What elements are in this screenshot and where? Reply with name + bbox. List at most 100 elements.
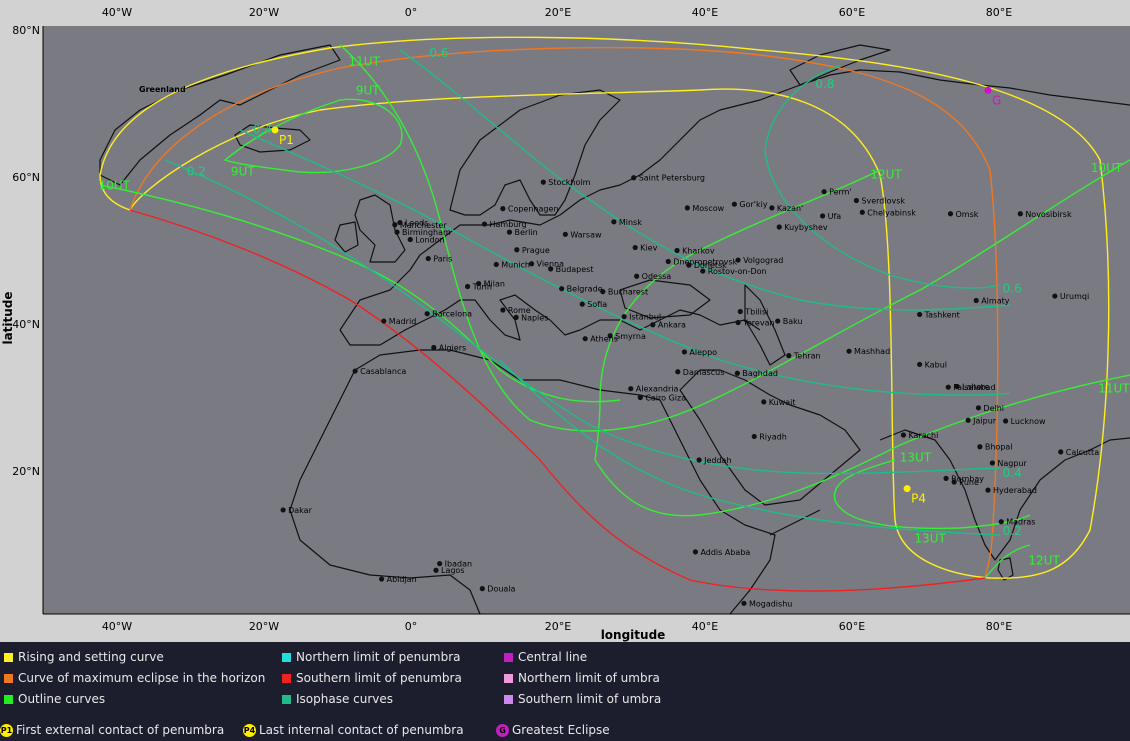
legend-label: Southern limit of penumbra xyxy=(296,671,462,685)
city-label: Cairo Giza xyxy=(645,394,686,403)
city-dot xyxy=(1017,211,1023,217)
city-dot xyxy=(632,244,638,251)
city-label: Mogadishu xyxy=(749,599,792,608)
outline-time-label: 12UT xyxy=(870,167,902,181)
city-label: Algiers xyxy=(439,344,466,353)
city-label: Kazan' xyxy=(777,204,803,213)
city-label: Moscow xyxy=(692,204,724,213)
city-label: Chelyabinsk xyxy=(867,208,916,217)
city-dot xyxy=(650,322,656,328)
city-dot xyxy=(917,311,923,318)
city-dot xyxy=(776,224,782,230)
marker-point[interactable] xyxy=(903,485,911,493)
city-label: Gor'kiy xyxy=(739,200,767,209)
city-dot xyxy=(481,221,488,227)
city-label: Greenland xyxy=(139,85,186,94)
city-label: Casablanca xyxy=(360,367,406,376)
lon-tick-label: 80°E xyxy=(986,6,1012,19)
city-label: Jaipur xyxy=(972,416,997,425)
city-label: Addis Ababa xyxy=(700,548,750,557)
isophase-label: 0.6 xyxy=(429,46,448,60)
legend-label: Rising and setting curve xyxy=(18,650,164,664)
legend-marker-symbol: P1 xyxy=(0,723,13,737)
city-dot xyxy=(425,255,431,262)
legend-swatch xyxy=(282,694,291,704)
legend-swatch xyxy=(504,652,513,662)
city-label: Baku xyxy=(783,317,803,326)
legend-marker-item: P4 Last internal contact of penumbra xyxy=(243,722,464,738)
city-label: Aleppo xyxy=(689,348,717,357)
legend-item: Curve of maximum eclipse in the horizon xyxy=(4,670,265,686)
marker-point[interactable] xyxy=(984,86,992,94)
legend-item: Outline curves xyxy=(4,691,105,707)
city-label: Ankara xyxy=(658,321,686,330)
city-dot xyxy=(280,507,286,513)
marker-point[interactable] xyxy=(271,126,279,134)
city-label: Warsaw xyxy=(570,230,602,239)
city-label: Perm' xyxy=(829,188,852,197)
lat-tick-label: 20°N xyxy=(12,465,40,478)
city-dot xyxy=(684,205,690,211)
city-label: Berlin xyxy=(514,228,537,237)
city-dot xyxy=(775,318,781,324)
legend-swatch xyxy=(282,673,291,683)
city-dot xyxy=(634,273,640,279)
marker-label: P4 xyxy=(911,492,926,506)
legend-item: Rising and setting curve xyxy=(4,649,164,665)
city-label: Athens xyxy=(590,335,618,344)
city-dot xyxy=(973,297,979,304)
city-label: Volgograd xyxy=(743,256,783,265)
city-label: Mashhad xyxy=(854,347,890,356)
isophase-label: 0.8 xyxy=(815,77,834,91)
legend-label: Northern limit of umbra xyxy=(518,671,660,685)
city-label: Pune xyxy=(959,478,979,487)
city-label: Stockholm xyxy=(548,178,590,187)
city-label: Istanbul xyxy=(629,313,661,322)
legend-label: Southern limit of umbra xyxy=(518,692,662,706)
city-label: Damascus xyxy=(683,368,725,377)
city-dot xyxy=(947,211,954,217)
city-label: Milan xyxy=(484,280,505,289)
city-dot xyxy=(985,487,991,493)
city-dot xyxy=(853,197,860,204)
city-dot xyxy=(464,283,471,290)
lat-tick-label: 40°N xyxy=(12,318,40,331)
city-label: Sverdlovsk xyxy=(861,197,905,206)
legend-swatch xyxy=(4,673,13,683)
legend-marker-symbol: G xyxy=(496,723,509,737)
city-label: Sofia xyxy=(587,300,607,309)
city-dot xyxy=(951,479,957,485)
city-label: Leeds xyxy=(405,219,428,228)
city-dot xyxy=(1003,418,1009,424)
city-label: Belgrade xyxy=(567,285,603,294)
city-label: Novosibirsk xyxy=(1025,210,1072,219)
city-dot xyxy=(734,370,740,376)
isophase-label: 0.2 xyxy=(187,165,206,179)
outline-time-label: 11UT xyxy=(349,54,381,68)
legend-item: Southern limit of umbra xyxy=(504,691,661,707)
city-dot xyxy=(943,475,949,481)
city-dot xyxy=(506,229,513,235)
city-label: Rostov-on-Don xyxy=(708,267,767,276)
city-label: Urumqi xyxy=(1060,292,1089,301)
map-canvas: 40°W 40°W 20°W 20°W 0° 0° 20°E 20°E 40°E 40°E 60°E… xyxy=(1,6,1130,642)
legend-label: Isophase curves xyxy=(296,692,394,706)
city-label: Hamburg xyxy=(490,220,527,229)
city-dot xyxy=(407,236,413,243)
legend-marker-label: First external contact of penumbra xyxy=(16,723,225,737)
city-dot xyxy=(392,222,398,228)
legend-marker-label: Last internal contact of penumbra xyxy=(259,723,464,737)
city-label: Smyrna xyxy=(615,332,646,341)
city-dot xyxy=(786,353,792,359)
city-dot xyxy=(379,576,385,582)
city-label: Karachi xyxy=(908,431,938,440)
city-label: Faisalabad xyxy=(953,383,995,392)
city-dot xyxy=(700,268,706,274)
lat-tick-label: 60°N xyxy=(12,171,40,184)
eclipse-map[interactable]: 40°W 40°W 20°W 20°W 0° 0° 20°E 20°E 40°E 40°E 60°E… xyxy=(0,0,1130,642)
city-label: Tehran xyxy=(793,352,821,361)
city-label: Almaty xyxy=(981,296,1010,305)
legend-marker-label: Greatest Eclipse xyxy=(512,723,610,737)
legend-swatch xyxy=(504,673,513,683)
lon-tick-label: 40°W xyxy=(102,6,132,19)
